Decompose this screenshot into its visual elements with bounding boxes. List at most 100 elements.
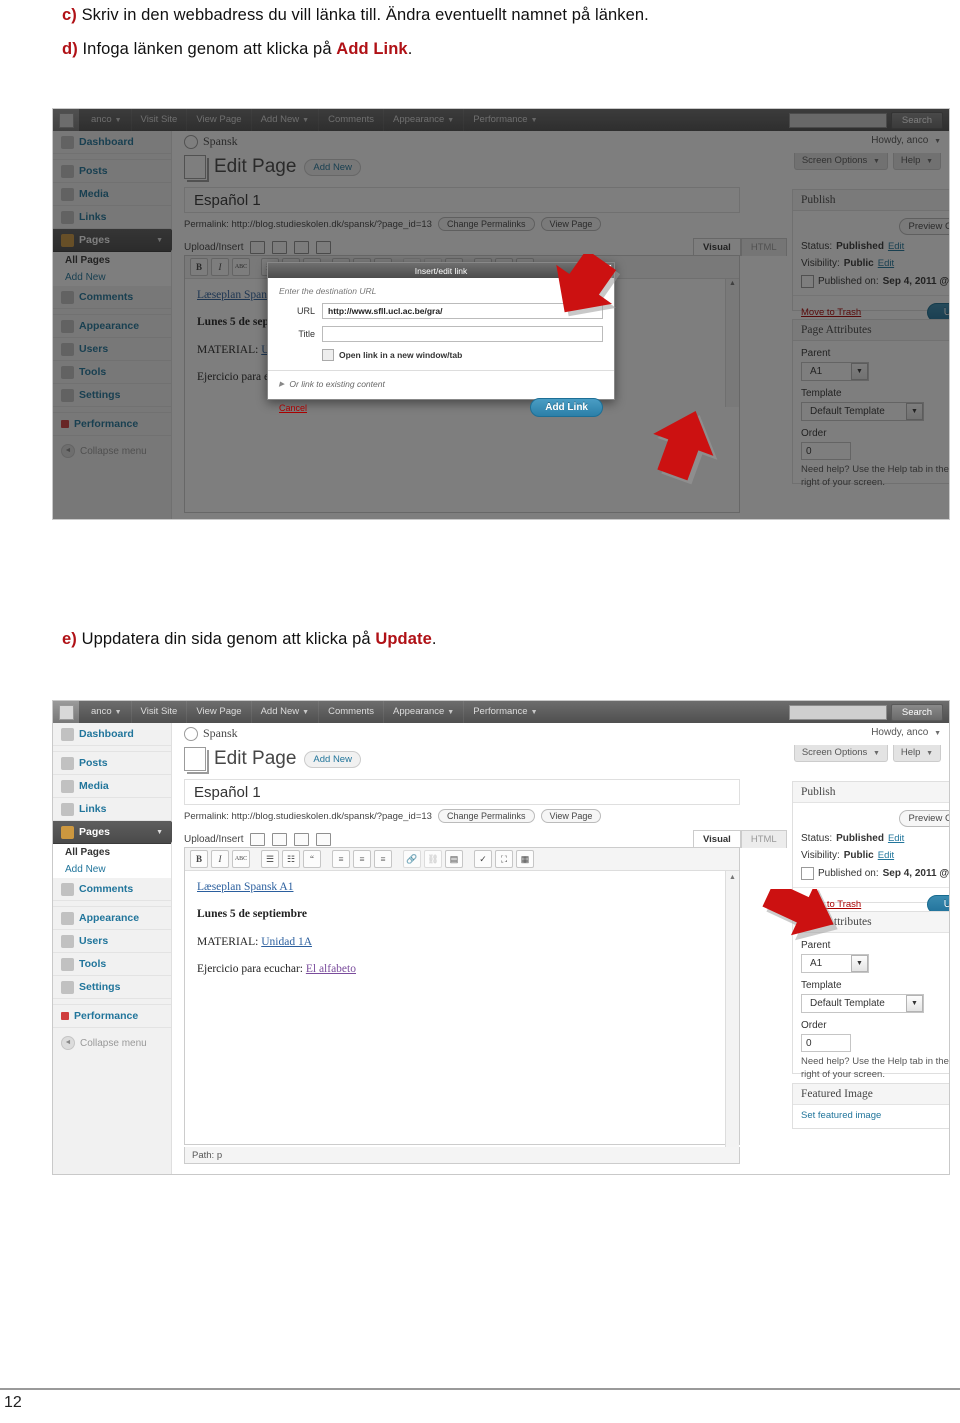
set-featured-image-link[interactable]: Set featured image bbox=[801, 1110, 881, 1121]
sidebar-item-pages[interactable]: Pages ▼ bbox=[53, 229, 179, 252]
add-image-icon[interactable] bbox=[250, 241, 266, 254]
fullscreen-button[interactable]: ⛶ bbox=[495, 850, 513, 868]
tab-html[interactable]: HTML bbox=[740, 238, 787, 256]
sidebar-item-settings[interactable]: Settings bbox=[53, 384, 171, 407]
sidebar-item-dashboard[interactable]: Dashboard bbox=[53, 131, 171, 154]
align-center-button[interactable]: ≡ bbox=[353, 850, 371, 868]
sidebar-subitem-add-new[interactable]: Add New bbox=[53, 861, 171, 878]
sidebar-item-links[interactable]: Links bbox=[53, 798, 171, 821]
editor-scrollbar[interactable]: ▲ bbox=[725, 279, 739, 407]
help-tab[interactable]: Help ▼ bbox=[892, 153, 941, 170]
content-link-laeseplan[interactable]: Læseplan Spansk A1 bbox=[197, 881, 293, 893]
sidebar-item-posts[interactable]: Posts bbox=[53, 159, 171, 183]
view-page-button[interactable]: View Page bbox=[540, 809, 602, 823]
sidebar-collapse-menu[interactable]: ◄ Collapse menu bbox=[53, 441, 171, 461]
more-tag-button[interactable]: ▤ bbox=[445, 850, 463, 868]
help-tab[interactable]: Help ▼ bbox=[892, 745, 941, 762]
strikethrough-button[interactable]: ABC bbox=[232, 850, 250, 868]
sidebar-collapse-menu[interactable]: ◄ Collapse menu bbox=[53, 1033, 171, 1053]
order-input[interactable]: 0 bbox=[801, 442, 851, 460]
adminbar-search-button[interactable]: Search bbox=[890, 703, 943, 721]
adminbar-view-page[interactable]: View Page bbox=[186, 109, 250, 131]
sidebar-item-users[interactable]: Users bbox=[53, 338, 171, 361]
status-edit-link[interactable]: Edit bbox=[888, 241, 904, 252]
new-window-checkbox[interactable] bbox=[322, 349, 334, 361]
adminbar-comments[interactable]: Comments bbox=[318, 109, 383, 131]
align-right-button[interactable]: ≡ bbox=[374, 850, 392, 868]
screen-options-tab[interactable]: Screen Options ▼ bbox=[793, 745, 888, 762]
sidebar-item-dashboard[interactable]: Dashboard bbox=[53, 723, 171, 746]
adminbar-search-input[interactable] bbox=[788, 112, 887, 128]
sidebar-item-performance[interactable]: Performance bbox=[53, 412, 171, 436]
blockquote-button[interactable]: “ bbox=[303, 850, 321, 868]
adminbar-appearance[interactable]: Appearance ▼ bbox=[383, 701, 463, 723]
sidebar-item-settings[interactable]: Settings bbox=[53, 976, 171, 999]
howdy-user[interactable]: Howdy, anco ▼ bbox=[871, 727, 941, 738]
adminbar-add-new[interactable]: Add New ▼ bbox=[250, 701, 319, 723]
sidebar-item-appearance[interactable]: Appearance bbox=[53, 906, 171, 930]
sidebar-item-comments[interactable]: Comments bbox=[53, 286, 171, 309]
bold-button[interactable]: B bbox=[190, 850, 208, 868]
editor-scrollbar[interactable]: ▲ ▼ bbox=[725, 871, 739, 1163]
italic-button[interactable]: I bbox=[211, 258, 229, 276]
spellcheck-button[interactable]: ✓ bbox=[474, 850, 492, 868]
sidebar-item-media[interactable]: Media bbox=[53, 775, 171, 798]
sidebar-item-users[interactable]: Users bbox=[53, 930, 171, 953]
tab-visual[interactable]: Visual bbox=[693, 238, 741, 256]
add-video-icon[interactable] bbox=[272, 241, 288, 254]
sidebar-subitem-add-new[interactable]: Add New bbox=[53, 269, 171, 286]
add-new-button[interactable]: Add New bbox=[304, 750, 361, 768]
content-link-unidad[interactable]: Unidad 1A bbox=[261, 936, 312, 948]
adminbar-performance[interactable]: Performance ▼ bbox=[463, 701, 546, 723]
add-link-button[interactable]: Add Link bbox=[530, 398, 603, 417]
unordered-list-button[interactable]: ☰ bbox=[261, 850, 279, 868]
cancel-link[interactable]: Cancel bbox=[279, 403, 307, 413]
adminbar-visit-site[interactable]: Visit Site bbox=[130, 701, 187, 723]
screen-options-tab[interactable]: Screen Options ▼ bbox=[793, 153, 888, 170]
move-to-trash-link[interactable]: Move to Trash bbox=[801, 307, 861, 318]
add-audio-icon[interactable] bbox=[294, 833, 310, 846]
visibility-edit-link[interactable]: Edit bbox=[878, 258, 894, 269]
howdy-user[interactable]: Howdy, anco ▼ bbox=[871, 135, 941, 146]
adminbar-add-new[interactable]: Add New ▼ bbox=[250, 109, 319, 131]
template-select[interactable]: Default Template ▼ bbox=[801, 402, 924, 421]
existing-content-toggle[interactable]: ▶ Or link to existing content bbox=[279, 379, 603, 389]
sidebar-item-comments[interactable]: Comments bbox=[53, 878, 171, 901]
add-new-button[interactable]: Add New bbox=[304, 158, 361, 176]
wp-logo-icon[interactable] bbox=[53, 701, 79, 723]
kitchen-sink-button[interactable]: ▦ bbox=[516, 850, 534, 868]
adminbar-user[interactable]: anco ▼ bbox=[79, 701, 131, 723]
sidebar-item-media[interactable]: Media bbox=[53, 183, 171, 206]
adminbar-search-button[interactable]: Search bbox=[890, 111, 943, 129]
add-media-icon[interactable] bbox=[316, 241, 332, 254]
adminbar-appearance[interactable]: Appearance ▼ bbox=[383, 109, 463, 131]
parent-select[interactable]: A1 ▼ bbox=[801, 362, 869, 381]
sidebar-item-tools[interactable]: Tools bbox=[53, 953, 171, 976]
sidebar-item-performance[interactable]: Performance bbox=[53, 1004, 171, 1028]
adminbar-visit-site[interactable]: Visit Site bbox=[130, 109, 187, 131]
template-select[interactable]: Default Template ▼ bbox=[801, 994, 924, 1013]
strikethrough-button[interactable]: ABC bbox=[232, 258, 250, 276]
post-title-input[interactable]: Español 1 bbox=[184, 187, 740, 213]
preview-changes-button[interactable]: Preview Changes bbox=[898, 810, 949, 827]
add-image-icon[interactable] bbox=[250, 833, 266, 846]
editor-content[interactable]: Læseplan Spansk A1 Lunes 5 de septiembre… bbox=[185, 871, 739, 1163]
italic-button[interactable]: I bbox=[211, 850, 229, 868]
sidebar-item-appearance[interactable]: Appearance bbox=[53, 314, 171, 338]
align-left-button[interactable]: ≡ bbox=[332, 850, 350, 868]
sidebar-item-tools[interactable]: Tools bbox=[53, 361, 171, 384]
add-video-icon[interactable] bbox=[272, 833, 288, 846]
sidebar-item-posts[interactable]: Posts bbox=[53, 751, 171, 775]
tab-visual[interactable]: Visual bbox=[693, 830, 741, 848]
adminbar-comments[interactable]: Comments bbox=[318, 701, 383, 723]
bold-button[interactable]: B bbox=[190, 258, 208, 276]
change-permalinks-button[interactable]: Change Permalinks bbox=[437, 217, 535, 231]
change-permalinks-button[interactable]: Change Permalinks bbox=[437, 809, 535, 823]
insert-link-button[interactable]: 🔗 bbox=[403, 850, 421, 868]
tab-html[interactable]: HTML bbox=[740, 830, 787, 848]
unlink-button[interactable]: ⛓ bbox=[424, 850, 442, 868]
post-title-input[interactable]: Español 1 bbox=[184, 779, 740, 805]
view-page-button[interactable]: View Page bbox=[540, 217, 602, 231]
wp-logo-icon[interactable] bbox=[53, 109, 79, 131]
sidebar-item-pages[interactable]: Pages ▼ bbox=[53, 821, 179, 844]
